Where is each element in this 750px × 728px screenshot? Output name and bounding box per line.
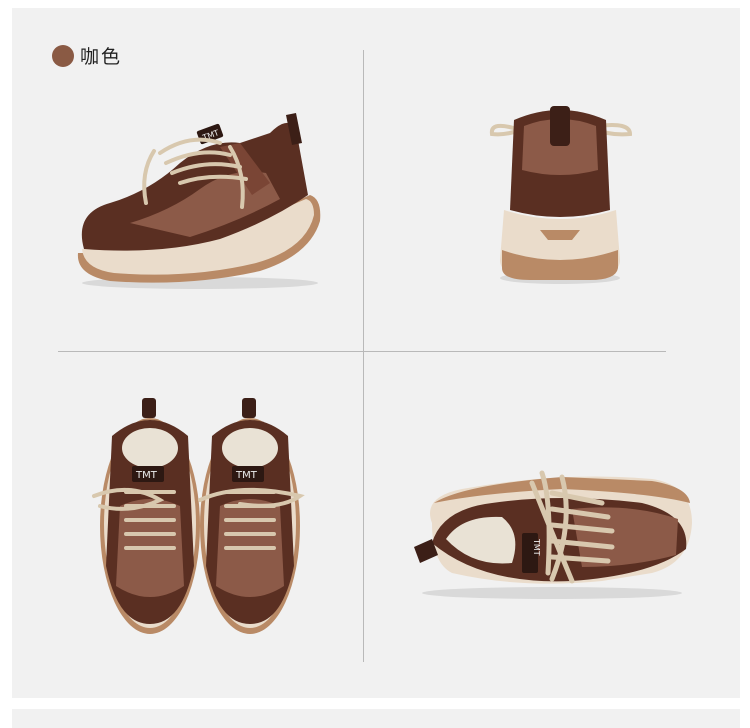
color-swatch	[52, 44, 74, 67]
product-image-panel: 咖色 TMT TMT TMT TMT	[12, 8, 740, 698]
color-label: 咖色	[80, 46, 123, 68]
shoe-side-view: TMT	[70, 103, 330, 293]
badge-text-right: TMT	[235, 470, 258, 481]
shoe-inner-side-view: TMT	[402, 463, 702, 603]
horizontal-divider	[58, 351, 666, 352]
shoe-top-view-pair: TMT TMT	[90, 396, 310, 636]
shoe-rear-view	[480, 100, 640, 290]
bottom-strip	[12, 709, 740, 728]
right-shoe-top: TMT	[200, 398, 300, 634]
color-option: 咖色	[52, 42, 122, 69]
left-shoe-top: TMT	[100, 398, 200, 634]
vertical-divider	[363, 50, 364, 662]
badge-text-left: TMT	[135, 470, 158, 481]
badge-text-side: TMT	[532, 538, 541, 556]
